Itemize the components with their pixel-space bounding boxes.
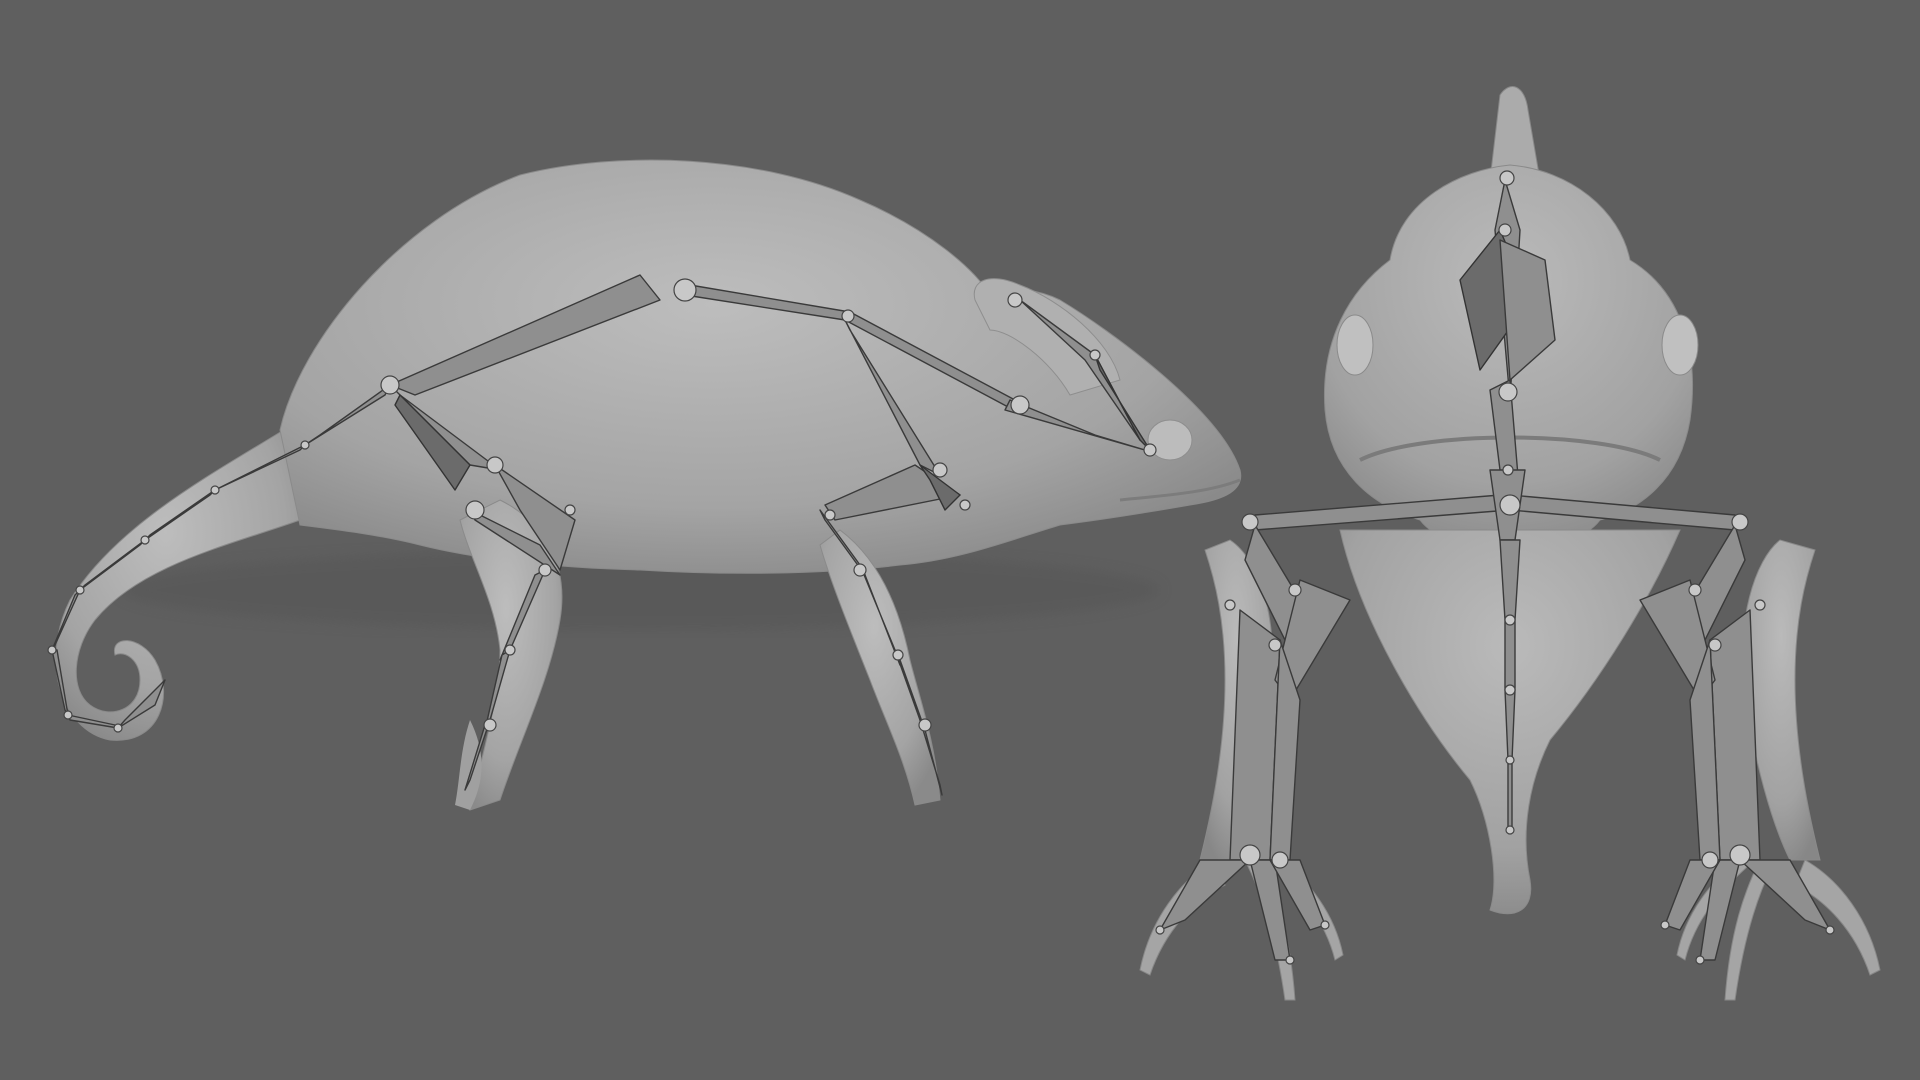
3d-viewport[interactable]: [0, 0, 1920, 1080]
bone-spine-front-2[interactable]: [1504, 619, 1516, 691]
chameleon-side-view[interactable]: [47, 159, 1242, 811]
bone-tail-front[interactable]: [1507, 759, 1513, 831]
bone-left-finger-1[interactable]: [1159, 859, 1251, 931]
chameleon-front-view[interactable]: [1139, 86, 1881, 1001]
side-mesh: [55, 159, 1242, 811]
